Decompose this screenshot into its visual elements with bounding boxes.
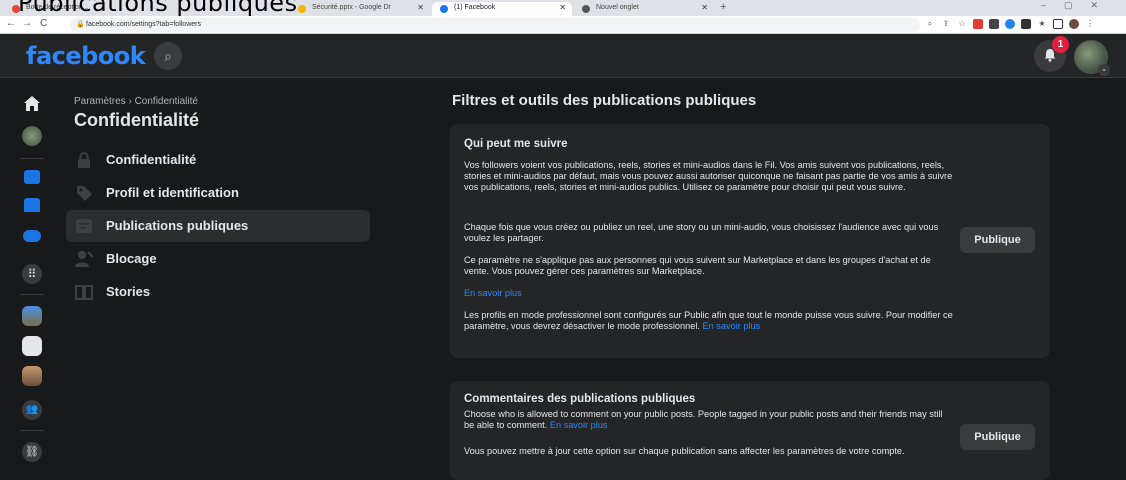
browser-tab-slides[interactable]: Sécurité.pptx - Google Dr ✕ — [290, 2, 430, 16]
marketplace-icon[interactable] — [24, 198, 40, 212]
left-icon-rail: ⠿ 👥 ⛓ — [0, 78, 64, 480]
rail-divider — [20, 430, 44, 431]
sidebar-item-label: Confidentialité — [106, 152, 197, 167]
url-text: facebook.com/settings?tab=followers — [86, 21, 201, 28]
close-icon[interactable]: ✕ — [559, 3, 566, 12]
slides-icon — [298, 5, 306, 13]
card-title: Qui peut me suivre — [464, 138, 568, 150]
card-paragraph: Chaque fois que vous créez ou publiez un… — [464, 222, 939, 243]
address-bar: ← → C 🔒 facebook.com/settings?tab=follow… — [0, 16, 1126, 34]
kebab-menu-icon[interactable]: ⋮ — [1085, 19, 1095, 29]
chevron-down-icon[interactable]: ⌄ — [1098, 64, 1110, 76]
lock-icon: 🔒 — [76, 21, 85, 28]
share-icon[interactable]: ⇪ — [941, 19, 951, 29]
followers-settings-card: Qui peut me suivre Vos followers voient … — [450, 124, 1050, 358]
bookmark-star-icon[interactable]: ☆ — [957, 19, 967, 29]
globe-post-icon — [76, 219, 92, 233]
extension-icon[interactable] — [1021, 19, 1031, 29]
url-input[interactable]: 🔒 facebook.com/settings?tab=followers — [70, 18, 920, 32]
settings-sidebar: Paramètres › Confidentialité Confidentia… — [64, 78, 379, 480]
breadcrumb[interactable]: Paramètres › Confidentialité — [74, 96, 198, 107]
back-icon[interactable]: ← — [6, 18, 16, 29]
tag-icon — [77, 186, 92, 201]
home-icon[interactable] — [22, 94, 42, 114]
section-heading: Filtres et outils des publications publi… — [452, 92, 757, 109]
extension-icon[interactable] — [1005, 19, 1015, 29]
video-icon[interactable] — [24, 170, 40, 184]
facebook-header: facebook ⌕ 1 ⌄ — [0, 34, 1126, 78]
card-title: Commentaires des publications publiques — [464, 393, 696, 405]
group-avatar[interactable] — [22, 336, 42, 356]
facebook-logo[interactable]: facebook — [26, 42, 146, 70]
learn-more-link[interactable]: En savoir plus — [703, 321, 761, 331]
sidebar-item-label: Publications publiques — [106, 218, 249, 233]
main-content: Filtres et outils des publications publi… — [379, 78, 1126, 480]
search-icon[interactable]: ⌕ — [154, 42, 182, 70]
sidebar-item-blocage[interactable]: Blocage — [66, 243, 370, 275]
sidebar-item-label: Profil et identification — [106, 185, 239, 200]
zoom-icon[interactable]: ⌕ — [925, 19, 935, 29]
rail-divider — [20, 158, 44, 159]
window-controls[interactable]: –▢✕ — [1041, 0, 1116, 11]
facebook-icon — [440, 5, 448, 13]
notifications-button[interactable]: 1 — [1034, 36, 1069, 72]
sidebar-item-stories[interactable]: Stories — [66, 276, 370, 308]
lock-icon — [78, 152, 90, 168]
learn-more-link[interactable]: En savoir plus — [550, 420, 608, 430]
sidebar-item-publications[interactable]: Publications publiques — [66, 210, 370, 242]
audience-select-button[interactable]: Publique — [960, 227, 1035, 253]
reload-icon[interactable]: C — [40, 18, 47, 29]
card-paragraph: Vos followers voient vos publications, r… — [464, 160, 953, 192]
group-avatar[interactable] — [22, 306, 42, 326]
person-block-icon — [75, 251, 94, 267]
menu-grid-icon[interactable]: ⠿ — [22, 264, 42, 284]
learn-more-link[interactable]: En savoir plus — [464, 288, 954, 299]
extension-icon[interactable] — [973, 19, 983, 29]
comments-settings-card: Commentaires des publications publiques … — [450, 381, 1050, 480]
sidebar-item-label: Blocage — [106, 251, 157, 266]
forward-icon[interactable]: → — [22, 18, 32, 29]
close-icon[interactable]: ✕ — [701, 3, 708, 12]
sidebar-item-confidentialite[interactable]: Confidentialité — [66, 144, 370, 176]
card-paragraph: Vous pouvez mettre à jour cette option s… — [464, 446, 905, 456]
audience-select-button[interactable]: Publique — [960, 424, 1035, 450]
profile-icon[interactable] — [1069, 19, 1079, 29]
group-avatar[interactable] — [22, 366, 42, 386]
link-icon[interactable]: ⛓ — [22, 442, 42, 462]
browser-tab-facebook[interactable]: (1) Facebook ✕ — [432, 2, 572, 16]
tab-label: Sécurité.pptx - Google Dr — [312, 4, 391, 11]
close-icon[interactable]: ✕ — [417, 3, 424, 12]
tab-label: (1) Facebook — [454, 4, 496, 11]
new-tab-icon[interactable]: + — [720, 1, 726, 13]
gaming-icon[interactable] — [23, 230, 41, 242]
tab-label: Nouvel onglet — [596, 4, 639, 11]
page-title: Confidentialité — [74, 110, 199, 130]
sidebar-item-label: Stories — [106, 284, 151, 299]
puzzle-icon[interactable]: ★ — [1037, 19, 1047, 29]
extension-icon[interactable] — [989, 19, 999, 29]
card-paragraph: Ce paramètre ne s'applique pas aux perso… — [464, 255, 931, 276]
groups-icon[interactable]: 👥 — [22, 400, 42, 420]
extensions-bar: ⌕ ⇪ ☆ ★ ⋮ — [925, 19, 1095, 31]
chrome-icon — [582, 5, 590, 13]
overlay-title: Publications publiques — [18, 0, 298, 17]
sidepanel-icon[interactable] — [1053, 19, 1063, 29]
notification-badge: 1 — [1052, 36, 1069, 53]
card-paragraph: Choose who is allowed to comment on your… — [464, 409, 943, 430]
sidebar-item-profil[interactable]: Profil et identification — [66, 177, 370, 209]
browser-tab-newtab[interactable]: Nouvel onglet ✕ — [574, 2, 714, 16]
profile-avatar[interactable] — [22, 126, 42, 146]
book-icon — [75, 285, 93, 300]
rail-divider — [20, 294, 44, 295]
